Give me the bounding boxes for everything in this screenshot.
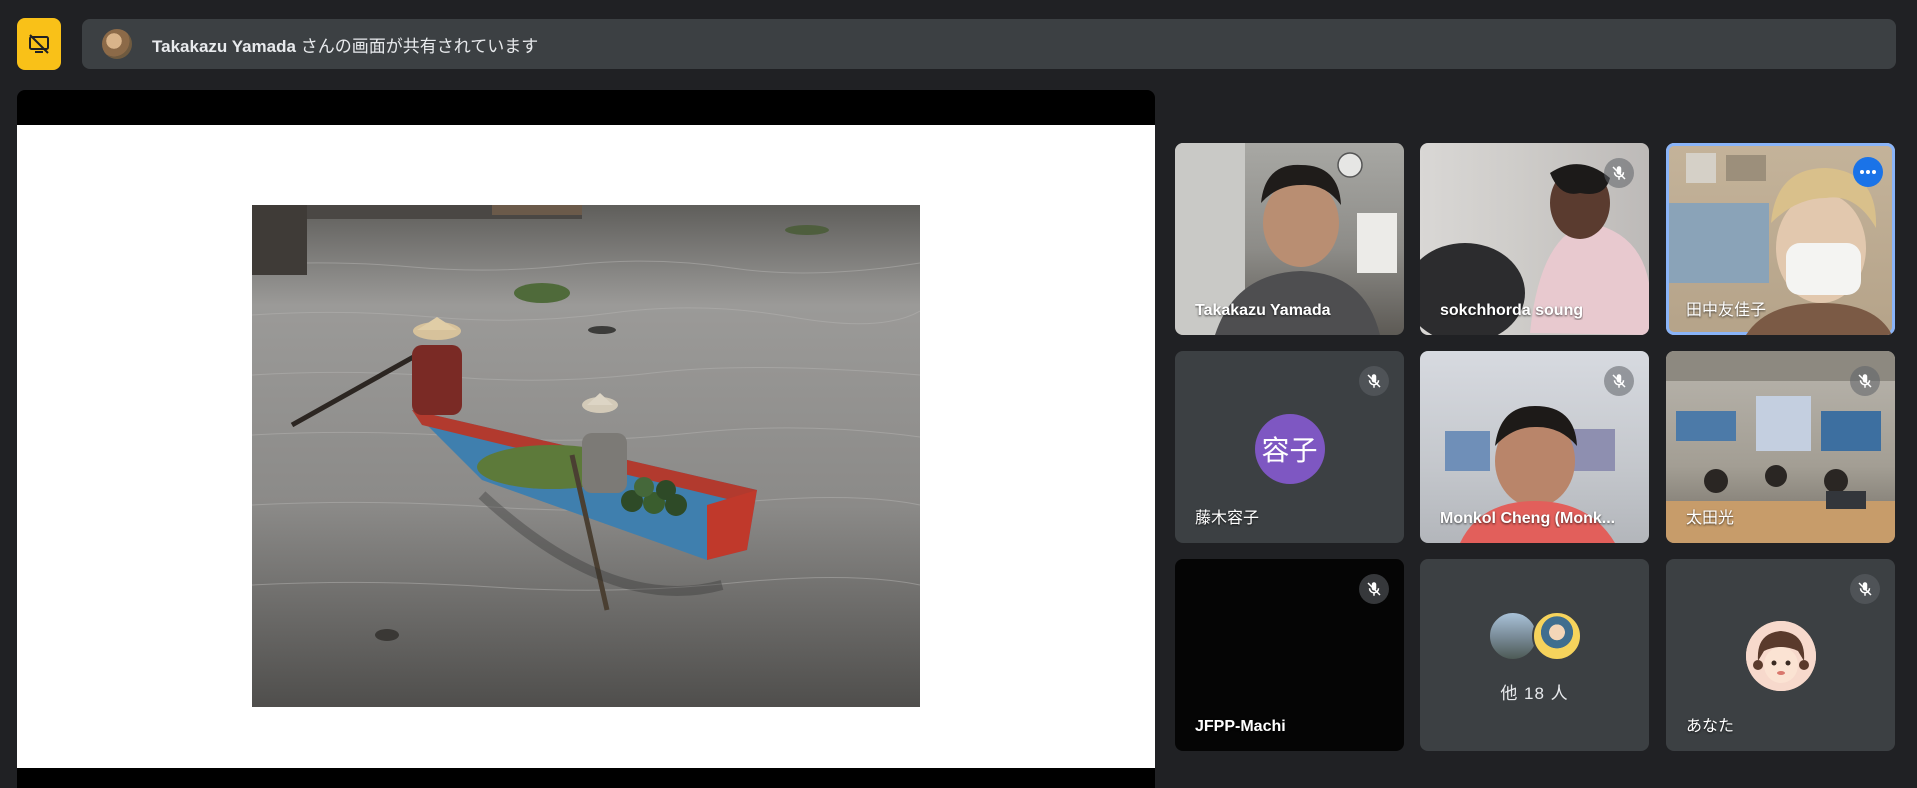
participant-tile-fujiki-yoko[interactable]: 容子 藤木容子 bbox=[1175, 351, 1404, 543]
participant-tile-monkol-cheng[interactable]: Monkol Cheng (Monk... bbox=[1420, 351, 1649, 543]
participant-tile-takakazu-yamada[interactable]: Takakazu Yamada bbox=[1175, 143, 1404, 335]
more-options-button[interactable] bbox=[1853, 157, 1883, 187]
presenter-name: Takakazu Yamada bbox=[152, 36, 296, 56]
mic-off-icon bbox=[1604, 366, 1634, 396]
banner-text: Takakazu Yamada さんの画面が共有されています bbox=[152, 32, 538, 57]
participant-tile-self[interactable]: あなた bbox=[1666, 559, 1895, 751]
mic-off-icon bbox=[1850, 574, 1880, 604]
other-participants-tile[interactable]: 他 18 人 bbox=[1420, 559, 1649, 751]
avatar bbox=[1487, 611, 1538, 661]
participant-tile-ota-hikaru[interactable]: 太田光 bbox=[1666, 351, 1895, 543]
more-options-icon bbox=[1860, 170, 1876, 174]
participant-name: 田中友佳子 bbox=[1686, 302, 1767, 319]
mic-off-icon bbox=[1604, 158, 1634, 188]
participant-tile-sokchhorda-soung[interactable]: sokchhorda soung bbox=[1420, 143, 1649, 335]
banner-message: さんの画面が共有されています bbox=[300, 36, 539, 56]
participant-name: Takakazu Yamada bbox=[1195, 302, 1331, 319]
stop-presenting-icon bbox=[29, 34, 49, 54]
mic-off-icon bbox=[1359, 366, 1389, 396]
participant-name: Monkol Cheng (Monk... bbox=[1440, 510, 1616, 527]
participant-name: sokchhorda soung bbox=[1440, 302, 1584, 319]
participant-name: 太田光 bbox=[1686, 510, 1735, 527]
participant-tile-jfpp-machi[interactable]: JFPP-Machi bbox=[1175, 559, 1404, 751]
presentation-banner: Takakazu Yamada さんの画面が共有されています bbox=[82, 19, 1896, 69]
participant-name: 藤木容子 bbox=[1195, 510, 1260, 527]
other-participants-count: 他 18 人 bbox=[1500, 684, 1569, 703]
mic-off-icon bbox=[1850, 366, 1880, 396]
mic-off-icon bbox=[1359, 574, 1389, 604]
avatar bbox=[1745, 621, 1816, 691]
stop-presenting-button[interactable] bbox=[17, 18, 61, 70]
participant-name: あなた bbox=[1686, 718, 1735, 735]
presentation-slide bbox=[17, 125, 1155, 768]
avatar bbox=[1531, 611, 1582, 661]
boat-photo bbox=[252, 205, 920, 707]
presenter-avatar bbox=[102, 29, 132, 59]
shared-screen bbox=[17, 90, 1155, 788]
avatar: 容子 bbox=[1254, 414, 1325, 484]
participant-name: JFPP-Machi bbox=[1195, 718, 1286, 735]
participant-tile-tanaka-yukako[interactable]: 田中友佳子 bbox=[1666, 143, 1895, 335]
